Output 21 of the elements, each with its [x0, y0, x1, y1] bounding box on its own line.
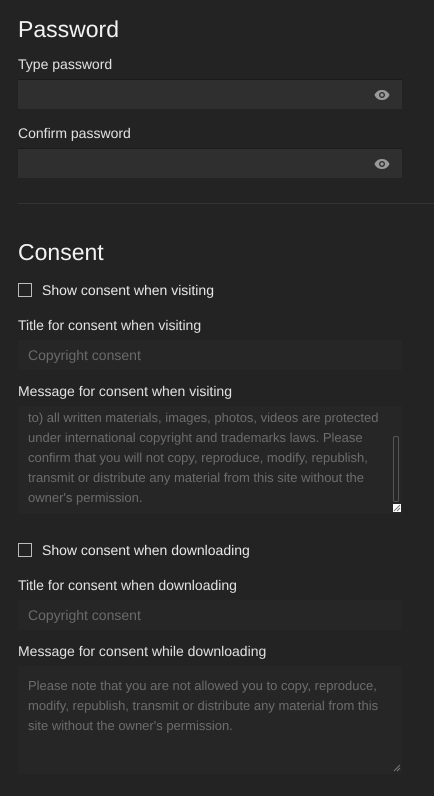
- field-label: Type password: [18, 55, 114, 73]
- checkbox-label: Show consent when visiting: [42, 282, 214, 298]
- resize-handle-icon[interactable]: [393, 504, 401, 512]
- message-text: Please note that you are not allowed you to copy, reproduce, modify, republish, transmit or distribute any material from this site without the owner's permission.: [28, 677, 380, 735]
- eye-icon[interactable]: [374, 158, 390, 170]
- field-label: Message for consent when visiting: [18, 382, 233, 400]
- field-label: Title for consent when visiting: [18, 316, 202, 334]
- password-field[interactable]: [18, 148, 402, 178]
- field-label: Title for consent when downloading: [18, 576, 238, 594]
- password-field[interactable]: [18, 79, 402, 109]
- checkbox[interactable]: [18, 283, 32, 297]
- section-title: Password: [18, 15, 120, 44]
- message-text: to) all written materials, images, photos, videos are protected under international copyright and trademarks laws. Please confirm that you will not copy, reproduce, modify, republish, transmit or distribute any material from this site without the owner's permission.: [28, 409, 380, 507]
- eye-icon[interactable]: [374, 88, 390, 100]
- checkbox[interactable]: [18, 543, 32, 557]
- scrollbar[interactable]: [393, 436, 399, 502]
- field-label: Message for consent while downloading: [18, 642, 268, 660]
- field-label: Confirm password: [18, 124, 132, 142]
- checkbox-label: Show consent when downloading: [42, 542, 250, 558]
- resize-handle-icon[interactable]: [393, 764, 401, 772]
- section-title: Consent: [18, 238, 105, 267]
